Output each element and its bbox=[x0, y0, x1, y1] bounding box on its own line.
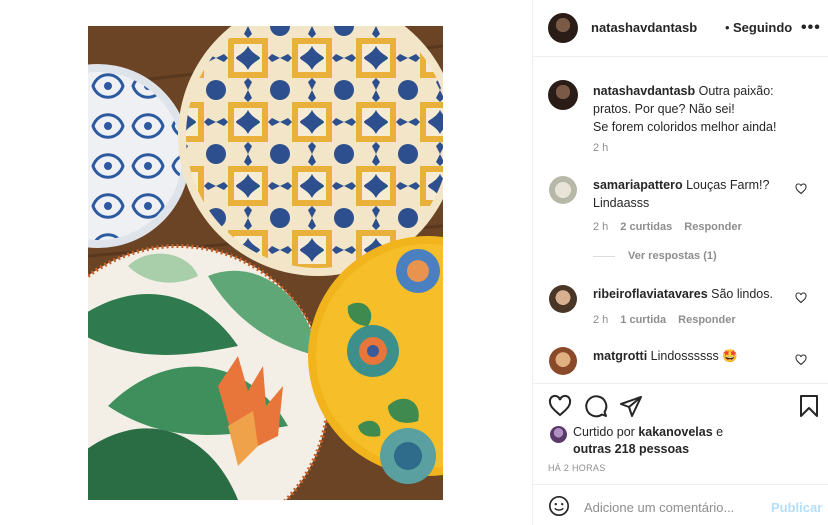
comment-body: Louças Farm!? bbox=[682, 178, 770, 192]
author-avatar[interactable] bbox=[548, 13, 578, 43]
comment-text: matgrotti Lindossssss 🤩 bbox=[593, 347, 783, 365]
replies-divider bbox=[593, 256, 615, 257]
heart-icon[interactable] bbox=[795, 354, 807, 366]
separator-dot: • bbox=[725, 20, 730, 35]
comment-time: 2 h bbox=[593, 314, 609, 326]
caption-line-3: Se forem coloridos melhor ainda! bbox=[593, 120, 777, 134]
comment-likes[interactable]: 1 curtida bbox=[620, 314, 666, 326]
publish-button[interactable]: Publicar bbox=[771, 500, 822, 515]
view-replies-button[interactable]: Ver respostas (1) bbox=[628, 250, 717, 262]
liked-others[interactable]: outras 218 pessoas bbox=[573, 442, 689, 456]
share-icon[interactable] bbox=[619, 394, 643, 418]
comment-likes[interactable]: 2 curtidas bbox=[620, 221, 672, 233]
comment-username[interactable]: ribeiroflaviatavares bbox=[593, 287, 708, 301]
caption-line-2: pratos. Por que? Não sei! bbox=[593, 102, 735, 116]
comment-time: 2 h bbox=[593, 221, 609, 233]
heart-icon[interactable] bbox=[795, 183, 807, 195]
author-username[interactable]: natashavdantasb bbox=[591, 20, 697, 35]
comment-body: Lindossssss 🤩 bbox=[647, 349, 738, 363]
liker-avatar[interactable] bbox=[550, 426, 567, 443]
comment-username[interactable]: matgrotti bbox=[593, 349, 647, 363]
save-bookmark-icon[interactable] bbox=[797, 394, 821, 418]
following-button[interactable]: Seguindo bbox=[733, 20, 792, 35]
comment-meta: 2 h 2 curtidas Responder bbox=[593, 221, 742, 233]
caption-text: natashavdantasb Outra paixão: pratos. Po… bbox=[593, 82, 813, 136]
caption-line-1: Outra paixão: bbox=[695, 84, 774, 98]
caption-username[interactable]: natashavdantasb bbox=[593, 84, 695, 98]
caption-avatar[interactable] bbox=[548, 80, 578, 110]
post-photo[interactable] bbox=[88, 26, 443, 500]
plates-image bbox=[88, 26, 443, 500]
post-timestamp[interactable]: HÁ 2 HORAS bbox=[548, 463, 606, 473]
post-header: natashavdantasb • Seguindo ••• bbox=[533, 0, 828, 57]
comment-body: São lindos. bbox=[707, 287, 773, 301]
comment-text: ribeiroflaviatavares São lindos. bbox=[593, 285, 783, 303]
liked-by-text: Curtido por kakanovelas e outras 218 pes… bbox=[573, 424, 723, 458]
comment-input[interactable]: Adicione um comentário... bbox=[584, 500, 734, 515]
post-sidebar: natashavdantasb • Seguindo ••• natashavd… bbox=[533, 0, 828, 525]
comment-avatar[interactable] bbox=[549, 285, 577, 313]
more-options-icon[interactable]: ••• bbox=[801, 19, 821, 37]
media-panel bbox=[0, 0, 533, 525]
comment-body-2: Lindaasss bbox=[593, 196, 650, 210]
emoji-icon[interactable] bbox=[548, 495, 570, 517]
comments-list: natashavdantasb Outra paixão: pratos. Po… bbox=[533, 58, 828, 383]
liked-mid: e bbox=[712, 425, 724, 439]
comment-avatar[interactable] bbox=[549, 176, 577, 204]
comment-avatar[interactable] bbox=[549, 347, 577, 375]
comment-meta: 2 h 1 curtida Responder bbox=[593, 314, 736, 326]
comment-icon[interactable] bbox=[584, 394, 608, 418]
heart-icon[interactable] bbox=[795, 292, 807, 304]
caption-time: 2 h bbox=[593, 142, 609, 154]
like-heart-icon[interactable] bbox=[548, 394, 572, 418]
post-modal: natashavdantasb • Seguindo ••• natashavd… bbox=[0, 0, 828, 525]
add-comment-bar: Adicione um comentário... Publicar bbox=[533, 484, 828, 525]
comment-username[interactable]: samariapattero bbox=[593, 178, 683, 192]
liked-prefix: Curtido por bbox=[573, 425, 639, 439]
comment-text: samariapattero Louças Farm!? Lindaasss bbox=[593, 176, 783, 212]
reply-button[interactable]: Responder bbox=[684, 221, 741, 233]
action-bar: Curtido por kakanovelas e outras 218 pes… bbox=[533, 383, 828, 483]
reply-button[interactable]: Responder bbox=[678, 314, 735, 326]
liked-user[interactable]: kakanovelas bbox=[638, 425, 712, 439]
